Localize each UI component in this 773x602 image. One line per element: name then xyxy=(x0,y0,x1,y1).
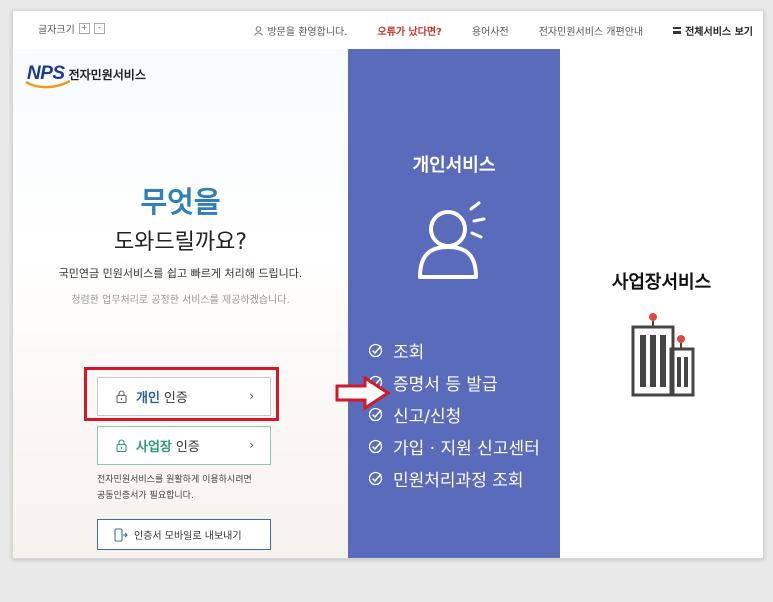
menu-item-label: 민원처리과정 조회 xyxy=(393,470,524,491)
font-size-control: 글자크기 + - xyxy=(38,21,105,36)
all-services-button[interactable]: 전체서비스 보기 xyxy=(673,23,753,38)
business-auth-button[interactable]: 사업장 인증 › xyxy=(97,426,271,465)
check-circle-icon xyxy=(368,343,383,357)
business-auth-rest: 인증 xyxy=(175,440,200,455)
font-increase-button[interactable]: + xyxy=(78,23,90,34)
certificate-note-line1: 전자민원서비스를 원활하게 이용하시려면 xyxy=(97,475,252,485)
logo-swoosh-icon xyxy=(25,80,71,89)
intro-description: 국민연금 민원서비스를 쉽고 빠르게 처리해 드립니다. xyxy=(58,267,303,280)
headline-what: 무엇을 xyxy=(140,185,221,219)
menu-item-report[interactable]: 신고/신청 xyxy=(368,398,540,430)
hamburger-icon xyxy=(673,27,682,34)
font-decrease-button[interactable]: - xyxy=(93,23,105,34)
personal-service-title: 개인서비스 xyxy=(412,155,496,176)
error-help-link[interactable]: 오류가 났다면? xyxy=(377,23,441,38)
lock-icon xyxy=(116,439,127,452)
chevron-right-icon: › xyxy=(249,438,254,452)
certificate-note: 전자민원서비스를 원활하게 이용하시려면 공동인증서가 필요합니다. xyxy=(97,472,252,504)
building-icon xyxy=(631,313,695,397)
reorg-notice-link[interactable]: 전자민원서비스 개편안내 xyxy=(539,23,643,38)
all-services-label: 전체서비스 보기 xyxy=(685,27,753,38)
menu-item-label: 신고/신청 xyxy=(393,406,462,427)
check-circle-icon xyxy=(368,471,383,485)
annotation-highlight-box xyxy=(84,367,279,421)
welcome-message: 방문을 환영합니다. xyxy=(254,23,347,38)
top-nav: 방문을 환영합니다. 오류가 났다면? 용어사전 전자민원서비스 개편안내 전체… xyxy=(224,23,753,38)
welcome-text: 방문을 환영합니다. xyxy=(267,27,348,38)
intro-subdescription: 청렴한 업무처리로 공정한 서비스를 제공하겠습니다. xyxy=(71,295,290,306)
business-service-title: 사업장서비스 xyxy=(611,272,712,293)
top-utility-bar: 글자크기 + - 방문을 환영합니다. 오류가 났다면? 용어사전 전자민원서비… xyxy=(13,11,763,50)
check-circle-icon xyxy=(368,439,383,453)
business-service-panel[interactable]: 사업장서비스 xyxy=(560,49,763,558)
personal-service-menu: 조회 증명서 등 발급 신고/신청 가입 · 지원 신고센터 민원처리과정 조회 xyxy=(368,334,540,494)
menu-item-certificate[interactable]: 증명서 등 발급 xyxy=(368,366,540,398)
certificate-note-line2: 공동인증서가 필요합니다. xyxy=(97,491,194,501)
person-icon xyxy=(418,201,486,279)
menu-item-inquiry[interactable]: 조회 xyxy=(368,334,540,366)
export-cert-mobile-button[interactable]: 인증서 모바일로 내보내기 xyxy=(97,519,271,550)
export-cert-mobile-label: 인증서 모바일로 내보내기 xyxy=(134,531,242,542)
annotation-arrow-icon xyxy=(335,375,391,411)
nps-logo[interactable]: NPS 전자민원서비스 xyxy=(25,63,146,89)
glossary-link[interactable]: 용어사전 xyxy=(472,23,509,38)
menu-item-label: 조회 xyxy=(393,342,425,363)
menu-item-process-status[interactable]: 민원처리과정 조회 xyxy=(368,462,540,494)
left-intro-panel: NPS 전자민원서비스 무엇을 도와드릴까요? 국민연금 민원서비스를 쉽고 빠… xyxy=(13,49,348,558)
business-auth-em: 사업장 xyxy=(136,440,172,455)
logo-brand: NPS xyxy=(25,63,71,89)
personal-service-panel[interactable]: 개인서비스 조회 증명서 등 발급 신고/신청 가입 · 지원 신고센터 민원처… xyxy=(348,49,560,558)
browser-page: 글자크기 + - 방문을 환영합니다. 오류가 났다면? 용어사전 전자민원서비… xyxy=(12,10,764,559)
user-icon xyxy=(254,25,264,36)
logo-subtitle: 전자민원서비스 xyxy=(68,67,146,82)
menu-item-join-support[interactable]: 가입 · 지원 신고센터 xyxy=(368,430,540,462)
mobile-phone-icon xyxy=(114,527,128,542)
menu-item-label: 가입 · 지원 신고센터 xyxy=(393,438,540,459)
headline-help: 도와드릴까요? xyxy=(113,230,248,255)
font-size-label: 글자크기 xyxy=(38,25,75,36)
menu-item-label: 증명서 등 발급 xyxy=(393,374,498,395)
